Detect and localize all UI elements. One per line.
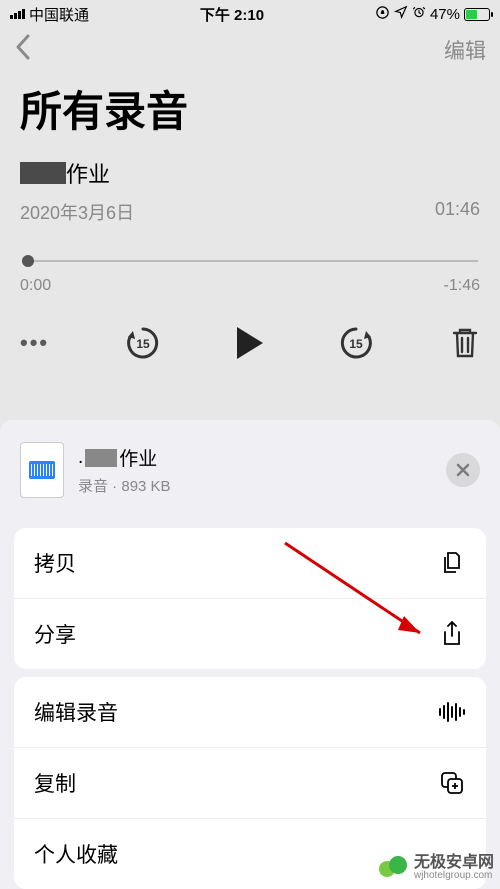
remaining-time: -1:46 bbox=[444, 277, 480, 295]
rewind-15-button[interactable]: 15 bbox=[123, 323, 163, 363]
orientation-lock-icon bbox=[375, 5, 390, 24]
elapsed-time: 0:00 bbox=[20, 277, 51, 295]
svg-text:15: 15 bbox=[136, 337, 150, 351]
share-sheet: .作业 录音 · 893 KB 拷贝 分享 bbox=[0, 420, 500, 889]
alarm-icon bbox=[412, 5, 426, 23]
playback-controls: ••• 15 15 bbox=[0, 295, 500, 387]
status-time: 下午 2:10 bbox=[89, 4, 375, 25]
page-title: 所有录音 bbox=[0, 72, 500, 157]
action-group-1: 拷贝 分享 bbox=[14, 528, 486, 669]
play-button[interactable] bbox=[237, 327, 263, 359]
close-sheet-button[interactable] bbox=[446, 453, 480, 487]
carrier-label: 中国联通 bbox=[29, 4, 89, 25]
back-button[interactable] bbox=[14, 33, 32, 68]
file-title: .作业 bbox=[78, 444, 446, 471]
file-thumb-icon bbox=[20, 442, 64, 498]
action-group-2: 编辑录音 复制 个人收藏 bbox=[14, 677, 486, 889]
share-icon bbox=[438, 620, 466, 648]
forward-15-button[interactable]: 15 bbox=[336, 323, 376, 363]
recording-item[interactable]: 作业 2020年3月6日 01:46 0:00 -1:46 bbox=[0, 157, 500, 295]
screen: 中国联通 下午 2:10 47% 编辑 所有录音 作业 bbox=[0, 0, 500, 889]
file-subtitle: 录音 · 893 KB bbox=[78, 475, 446, 496]
action-edit-recording[interactable]: 编辑录音 bbox=[14, 677, 486, 748]
nav-bar: 编辑 bbox=[0, 28, 500, 72]
waveform-icon bbox=[438, 698, 466, 726]
recording-duration: 01:46 bbox=[435, 199, 480, 225]
svg-text:15: 15 bbox=[350, 337, 364, 351]
battery-icon bbox=[464, 8, 490, 21]
status-bar: 中国联通 下午 2:10 47% bbox=[0, 0, 500, 28]
sheet-header: .作业 录音 · 893 KB bbox=[0, 420, 500, 520]
redacted-text bbox=[85, 449, 117, 467]
action-add-favorites[interactable]: 个人收藏 bbox=[14, 819, 486, 889]
action-copy[interactable]: 拷贝 bbox=[14, 528, 486, 599]
battery-pct: 47% bbox=[430, 6, 460, 23]
signal-icon bbox=[10, 9, 25, 19]
recording-date: 2020年3月6日 bbox=[20, 199, 134, 225]
scrubber-thumb[interactable] bbox=[22, 255, 34, 267]
action-share[interactable]: 分享 bbox=[14, 599, 486, 669]
copy-files-icon bbox=[438, 549, 466, 577]
redacted-text bbox=[20, 162, 66, 184]
playback-scrubber[interactable] bbox=[22, 255, 478, 267]
delete-button[interactable] bbox=[450, 326, 480, 360]
duplicate-icon bbox=[438, 769, 466, 797]
action-duplicate[interactable]: 复制 bbox=[14, 748, 486, 819]
more-options-button[interactable]: ••• bbox=[20, 330, 49, 356]
edit-button[interactable]: 编辑 bbox=[444, 35, 486, 65]
recording-title: 作业 bbox=[20, 157, 480, 189]
location-icon bbox=[394, 5, 408, 23]
